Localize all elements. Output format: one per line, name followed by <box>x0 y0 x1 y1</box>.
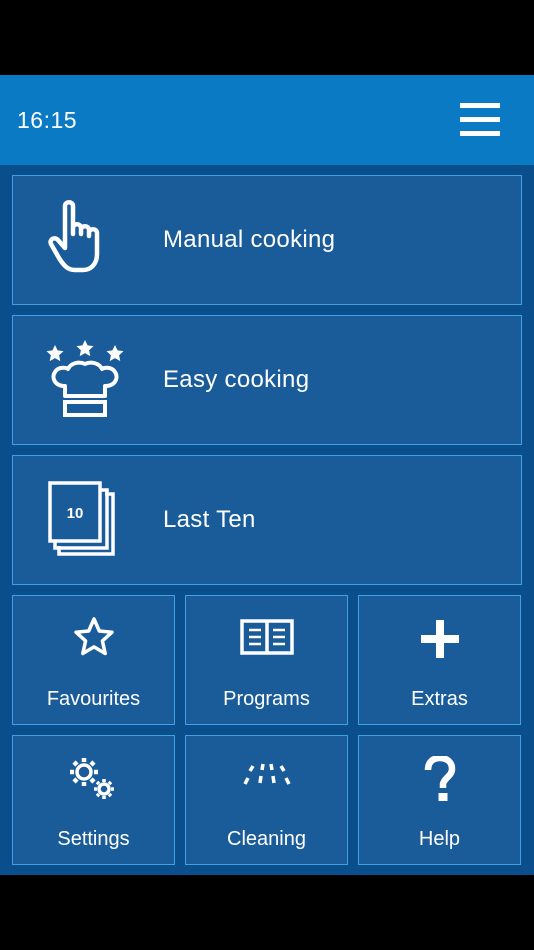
plus-icon <box>420 620 459 658</box>
star-icon <box>73 617 114 656</box>
manual-cooking-label: Manual cooking <box>163 226 336 253</box>
extras-button[interactable]: Extras <box>358 595 521 725</box>
last-ten-label: Last Ten <box>163 506 256 533</box>
hamburger-menu-icon <box>460 103 500 136</box>
extras-label: Extras <box>411 688 468 710</box>
app-screen: 16:15 Manual cooking Easy cooking 10 Las… <box>0 75 534 875</box>
easy-cooking-label: Easy cooking <box>163 366 310 393</box>
manual-cooking-button[interactable]: Manual cooking <box>12 175 522 305</box>
settings-label: Settings <box>57 828 130 850</box>
last-ten-stack-icon: 10 <box>48 481 115 556</box>
last-ten-button[interactable]: 10 Last Ten <box>12 455 522 585</box>
last-ten-icon-number: 10 <box>67 505 84 522</box>
help-button[interactable]: Help <box>358 735 521 865</box>
menu-button[interactable] <box>452 97 508 143</box>
favourites-button[interactable]: Favourites <box>12 595 175 725</box>
header-bar: 16:15 <box>0 75 534 165</box>
book-icon <box>239 619 294 655</box>
settings-button[interactable]: Settings <box>12 735 175 865</box>
favourites-label: Favourites <box>46 688 141 710</box>
gears-icon <box>69 758 114 799</box>
programs-label: Programs <box>223 688 310 710</box>
programs-button[interactable]: Programs <box>185 595 348 725</box>
question-mark-icon <box>424 756 455 801</box>
chef-hat-stars-icon <box>46 340 124 417</box>
help-label: Help <box>418 828 461 850</box>
cleaning-label: Cleaning <box>227 828 306 850</box>
easy-cooking-button[interactable]: Easy cooking <box>12 315 522 445</box>
cleaning-button[interactable]: Cleaning <box>185 735 348 865</box>
spray-icon <box>242 763 291 785</box>
clock-time: 16:15 <box>17 107 78 133</box>
hand-pointer-icon <box>48 200 100 273</box>
